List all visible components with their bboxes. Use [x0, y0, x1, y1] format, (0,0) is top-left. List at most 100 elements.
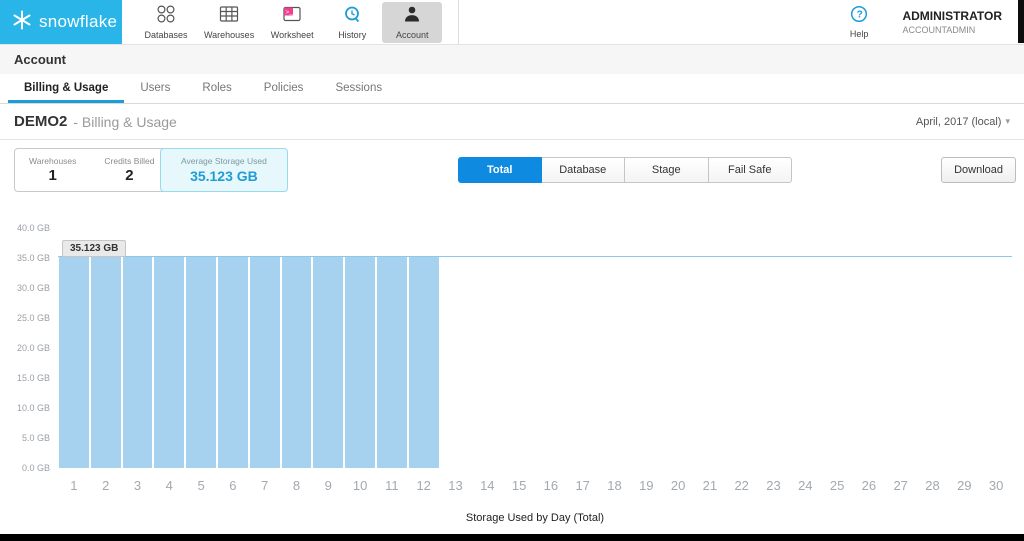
svg-text:>_: >_ [286, 9, 294, 16]
nav-divider [458, 0, 460, 45]
credits-billed-value: 2 [125, 167, 134, 184]
help-button[interactable]: ? Help [849, 5, 869, 39]
x-axis-tick-label: 18 [607, 478, 622, 493]
filter-database-button[interactable]: Database [541, 157, 625, 183]
x-axis-tick-label: 25 [829, 478, 845, 493]
filter-failsafe-button[interactable]: Fail Safe [708, 157, 792, 183]
x-axis-tick-label: 1 [70, 478, 78, 493]
section-subtitle: - Billing & Usage [73, 113, 177, 130]
x-axis-tick-label: 8 [292, 478, 301, 493]
page-title: Account [0, 45, 1024, 74]
x-axis-tick-label: 21 [702, 478, 718, 493]
filter-stage-button[interactable]: Stage [625, 157, 709, 183]
nav-item-databases[interactable]: Databases [136, 2, 196, 43]
download-button[interactable]: Download [941, 157, 1016, 183]
average-storage-label: Average Storage Used [181, 156, 267, 166]
credits-billed-stat: Credits Billed 2 [90, 149, 168, 191]
tab-billing-usage[interactable]: Billing & Usage [8, 74, 125, 103]
databases-icon [156, 4, 176, 28]
x-axis-tick-label: 14 [480, 478, 495, 493]
x-axis-tick-label: 20 [670, 478, 686, 493]
nav-item-worksheet[interactable]: >_ Worksheet [262, 2, 322, 43]
average-storage-value: 35.123 GB [190, 168, 258, 184]
tab-sessions[interactable]: Sessions [319, 74, 398, 103]
x-axis-tick-label: 15 [511, 478, 527, 493]
window-edge-bottom [0, 534, 1024, 541]
x-axis-tick-label: 13 [448, 478, 463, 493]
x-axis-tick-label: 7 [261, 478, 269, 493]
snowflake-icon [12, 10, 32, 35]
snowflake-logo[interactable]: snowflake [0, 0, 122, 44]
chart-bar [59, 257, 89, 468]
nav-item-account[interactable]: Account [382, 1, 443, 43]
x-axis-tick-label: 5 [197, 478, 205, 493]
nav-label: History [338, 29, 367, 40]
brand-name: snowflake [39, 12, 118, 31]
chart-bar [154, 257, 185, 468]
chart-bar [90, 257, 121, 468]
user-role: ACCOUNTADMIN [902, 25, 976, 35]
x-axis-tick-label: 16 [543, 478, 559, 493]
history-icon [342, 5, 362, 28]
x-axis-tick-label: 29 [957, 478, 972, 493]
chart: 35.123 GB Storage Used by Day (Total) 40… [0, 216, 1024, 534]
chart-bar [408, 257, 439, 468]
tab-bar: Billing & Usage Users Roles Policies Ses… [0, 74, 1024, 104]
x-axis-tick-label: 17 [575, 478, 590, 493]
nav-label: Account [395, 29, 429, 40]
y-axis-tick-label: 30.0 GB [16, 283, 50, 293]
chart-caption: Storage Used by Day (Total) [465, 512, 605, 524]
chart-bar [122, 257, 153, 468]
y-axis-tick-label: 20.0 GB [16, 343, 50, 353]
y-axis-tick-label: 40.0 GB [16, 223, 50, 233]
chart-bar [313, 257, 344, 468]
x-axis-tick-label: 9 [324, 478, 332, 493]
x-axis-tick-label: 6 [229, 478, 237, 493]
tab-policies[interactable]: Policies [248, 74, 320, 103]
x-axis-tick-label: 3 [133, 478, 142, 493]
period-selector[interactable]: April, 2017 (local) ▾ [916, 116, 1010, 128]
help-label: Help [849, 29, 869, 39]
storage-filter-group: Total Database Stage Fail Safe [458, 157, 792, 183]
nav-item-history[interactable]: History [322, 2, 382, 43]
usage-stats-card: Warehouses 1 Credits Billed 2 [14, 148, 170, 192]
nav-label: Worksheet [270, 29, 314, 40]
filter-total-button[interactable]: Total [458, 157, 542, 183]
tab-users[interactable]: Users [124, 74, 186, 103]
x-axis-tick-label: 4 [165, 478, 173, 493]
x-axis-tick-label: 22 [734, 478, 749, 493]
nav-label: Databases [144, 29, 188, 40]
svg-text:?: ? [857, 9, 863, 20]
x-axis-tick-label: 19 [639, 478, 654, 493]
chevron-down-icon: ▾ [1005, 116, 1010, 126]
nav-item-warehouses[interactable]: Warehouses [196, 2, 262, 43]
top-navigation-bar: snowflake Databases Warehouses >_ Worksh… [0, 0, 1024, 45]
chart-bar [377, 257, 407, 468]
user-menu[interactable]: ADMINISTRATOR ACCOUNTADMIN [902, 9, 1002, 35]
warehouses-stat: Warehouses 1 [15, 149, 90, 191]
y-axis-tick-label: 25.0 GB [16, 313, 50, 323]
x-axis-tick-label: 28 [925, 478, 940, 493]
plot-area: 35.123 GB [58, 228, 1012, 468]
x-axis-tick-label: 30 [988, 478, 1004, 493]
warehouses-icon [219, 5, 239, 28]
chart-bar [186, 257, 216, 468]
y-axis-tick-label: 15.0 GB [16, 373, 50, 383]
nav-label: Warehouses [204, 29, 255, 40]
chart-bar [281, 257, 312, 468]
worksheet-icon: >_ [282, 5, 302, 28]
window-edge-right [1018, 0, 1024, 43]
x-axis-tick-label: 23 [766, 478, 781, 493]
tab-roles[interactable]: Roles [186, 74, 247, 103]
y-axis-tick-label: 5.0 GB [21, 433, 50, 443]
account-icon [402, 5, 422, 28]
chart-bar [218, 257, 248, 468]
x-axis-tick-label: 27 [893, 478, 908, 493]
x-axis-tick-label: 26 [861, 478, 877, 493]
credits-billed-label: Credits Billed [104, 156, 155, 166]
help-icon: ? [850, 5, 868, 28]
y-axis-tick-label: 10.0 GB [16, 403, 50, 413]
average-storage-card: Average Storage Used 35.123 GB [160, 148, 288, 192]
nav-items: Databases Warehouses >_ Worksheet Histor… [136, 0, 460, 45]
bar-value-label: 35.123 GB [62, 240, 127, 257]
